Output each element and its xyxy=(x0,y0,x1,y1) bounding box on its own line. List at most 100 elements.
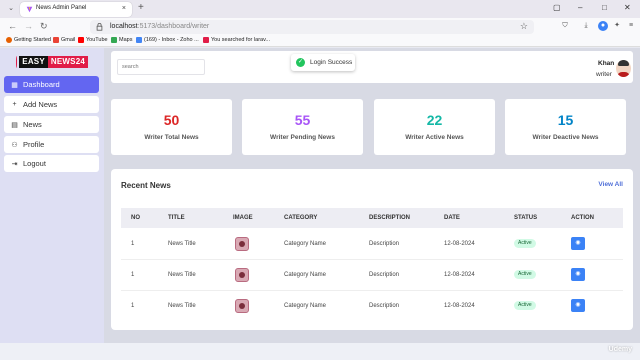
minimize-icon[interactable]: – xyxy=(578,3,582,12)
sidebar-item-label: Dashboard xyxy=(23,80,60,89)
window-close-icon[interactable]: ✕ xyxy=(624,3,631,12)
pocket-icon[interactable]: ⛉ xyxy=(560,21,570,31)
logout-icon: ⇥ xyxy=(11,160,18,168)
table-row: 1 News Title Category Name Description 1… xyxy=(121,291,623,322)
tab-overview-icon[interactable]: ▢ xyxy=(553,3,561,12)
status-badge: Active xyxy=(514,301,536,310)
back-icon[interactable]: ← xyxy=(8,21,17,31)
column-header: IMAGE xyxy=(233,215,253,221)
maps-icon xyxy=(111,37,117,43)
cell-no: 1 xyxy=(131,303,135,309)
stat-label: Writer Total News xyxy=(144,134,199,141)
sidebar-item-dashboard[interactable]: ▦ Dashboard xyxy=(4,76,99,93)
bookmark-star-icon[interactable]: ☆ xyxy=(520,21,528,32)
view-eye-button[interactable]: ◉ xyxy=(571,237,585,250)
avatar[interactable] xyxy=(616,60,631,77)
address-bar[interactable]: localhost:5173/dashboard/writer ☆ xyxy=(90,20,534,34)
url-path: :5173/dashboard/writer xyxy=(137,23,210,30)
bookmark-label: Maps xyxy=(119,37,133,43)
toast-message: Login Success xyxy=(310,59,353,66)
bookmark-zoho-inbox[interactable]: (169) - Inbox - Zoho ... xyxy=(136,37,199,43)
column-header: TITLE xyxy=(168,215,185,221)
cell-no: 1 xyxy=(131,272,135,278)
vite-favicon-icon xyxy=(26,6,33,13)
browser-tab[interactable]: News Admin Panel × xyxy=(20,2,132,17)
bookmarks-bar: Getting Started Gmail YouTube Maps (169)… xyxy=(0,36,640,47)
sidebar-item-add-news[interactable]: + Add News xyxy=(4,96,99,113)
sidebar-item-label: Add News xyxy=(23,100,58,109)
top-header: ✓ Login Success Khan writer xyxy=(111,51,633,83)
table-row: 1 News Title Category Name Description 1… xyxy=(121,260,623,291)
view-eye-button[interactable]: ◉ xyxy=(571,299,585,312)
site-logo[interactable]: EASY NEWS24 xyxy=(16,55,88,69)
bookmark-label: (169) - Inbox - Zoho ... xyxy=(144,37,199,43)
forward-icon[interactable]: → xyxy=(24,21,33,31)
extensions-icon[interactable]: ✦ xyxy=(612,21,622,31)
stat-value: 50 xyxy=(163,112,180,128)
cell-title: News Title xyxy=(168,241,196,247)
tab-title: News Admin Panel xyxy=(36,5,87,11)
stat-label: Writer Pending News xyxy=(270,134,335,141)
bookmark-getting-started[interactable]: Getting Started xyxy=(6,37,51,43)
account-icon[interactable]: ● xyxy=(598,21,608,31)
bookmark-gmail[interactable]: Gmail xyxy=(53,37,75,43)
cell-category: Category Name xyxy=(284,303,327,309)
stat-card-deactive: 15 Writer Deactive News xyxy=(505,99,626,155)
udemy-watermark: Udemy xyxy=(608,346,632,353)
cell-no: 1 xyxy=(131,241,135,247)
bookmark-label: Gmail xyxy=(61,37,76,43)
search-result-icon xyxy=(203,37,209,43)
login-success-toast[interactable]: ✓ Login Success xyxy=(291,54,355,71)
user-role: writer xyxy=(596,71,612,78)
column-header: STATUS xyxy=(514,215,538,221)
reload-icon[interactable]: ↻ xyxy=(40,21,48,32)
cell-category: Category Name xyxy=(284,241,327,247)
plus-icon: + xyxy=(12,101,17,108)
maximize-icon[interactable]: □ xyxy=(602,3,607,12)
stat-value: 55 xyxy=(294,112,311,128)
user-icon: ⚇ xyxy=(11,141,18,149)
column-header: CATEGORY xyxy=(284,215,318,221)
downloads-icon[interactable]: ⤓ xyxy=(581,21,591,31)
url-text[interactable]: localhost:5173/dashboard/writer xyxy=(110,23,209,30)
app-container: EASY NEWS24 ▦ Dashboard + Add News ▤ New… xyxy=(0,48,640,343)
dashboard-icon: ▦ xyxy=(11,81,18,89)
column-header: DESCRIPTION xyxy=(369,215,411,221)
tab-close-icon[interactable]: × xyxy=(122,5,126,12)
view-eye-button[interactable]: ◉ xyxy=(571,268,585,281)
avatar-hair xyxy=(618,60,629,66)
cell-title: News Title xyxy=(168,272,196,278)
column-header: ACTION xyxy=(571,215,594,221)
firefox-icon xyxy=(6,37,12,43)
tab-list-icon[interactable]: ⌄ xyxy=(6,4,16,14)
browser-nav-bar: ← → ↻ localhost:5173/dashboard/writer ☆ … xyxy=(0,18,640,36)
zoho-icon xyxy=(136,37,142,43)
view-all-link[interactable]: View All xyxy=(598,181,623,188)
sidebar-item-profile[interactable]: ⚇ Profile xyxy=(4,136,99,153)
sidebar-item-news[interactable]: ▤ News xyxy=(4,116,99,133)
page-info-icon[interactable] xyxy=(96,23,103,31)
stat-label: Writer Deactive News xyxy=(532,134,599,141)
news-thumbnail xyxy=(235,299,249,313)
sidebar: EASY NEWS24 ▦ Dashboard + Add News ▤ New… xyxy=(0,48,104,343)
globe-logo-icon xyxy=(16,56,18,68)
user-name: Khan xyxy=(598,60,615,67)
stat-card-pending: 55 Writer Pending News xyxy=(242,99,363,155)
column-header: DATE xyxy=(444,215,460,221)
logo-easy: EASY xyxy=(19,56,48,68)
browser-tab-bar: ⌄ News Admin Panel × + ▢ – □ ✕ xyxy=(0,0,640,18)
bookmark-youtube[interactable]: YouTube xyxy=(78,37,108,43)
logo-news24: NEWS24 xyxy=(47,56,88,68)
status-badge: Active xyxy=(514,239,536,248)
sidebar-item-logout[interactable]: ⇥ Logout xyxy=(4,155,99,172)
sidebar-item-label: News xyxy=(23,120,42,129)
url-host: localhost xyxy=(110,23,138,30)
search-input[interactable] xyxy=(117,59,205,75)
page-bottom-area: Udemy xyxy=(0,343,640,360)
news-thumbnail xyxy=(235,268,249,282)
new-tab-icon[interactable]: + xyxy=(138,2,144,13)
cell-title: News Title xyxy=(168,303,196,309)
bookmark-laravel-search[interactable]: You searched for larav... xyxy=(203,37,270,43)
bookmark-maps[interactable]: Maps xyxy=(111,37,132,43)
menu-icon[interactable]: ≡ xyxy=(626,21,636,31)
